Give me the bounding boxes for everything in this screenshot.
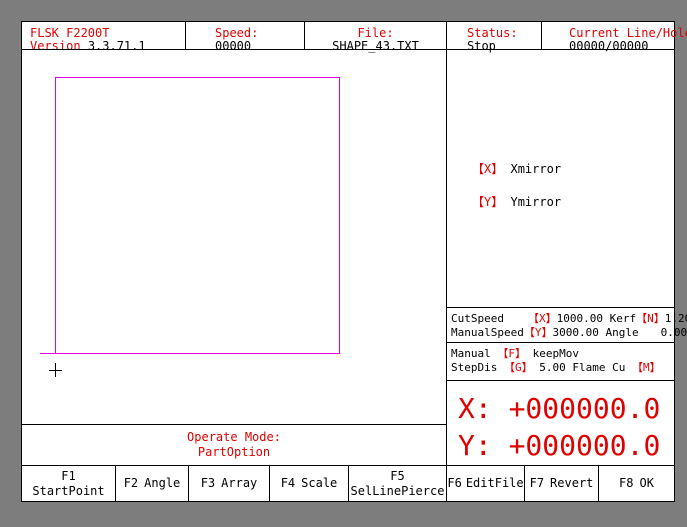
cutspeed-row: CutSpeed 【X】1000.00 Kerf【N】1.20 (451, 312, 687, 325)
kerf-label: Kerf (609, 312, 637, 325)
menu-key-x: 【X】 (472, 162, 504, 176)
menu-label-xmirror: Xmirror (510, 162, 562, 176)
f3-label: Array (221, 476, 258, 490)
flame-label: Flame Cu (572, 361, 626, 374)
cutspeed-label: CutSpeed (451, 312, 504, 325)
current-line-value: 00000/00000 (569, 39, 649, 53)
stepdis-key: 【G】 (503, 361, 533, 374)
menu-item-xmirror[interactable]: 【X】 Xmirror (472, 162, 561, 176)
manual-label: Manual (451, 347, 491, 360)
current-line-label: Current Line/Hole: (569, 26, 687, 40)
f5-sellinepierce-button[interactable]: F5 SelLinePierce (349, 466, 446, 501)
function-key-bar: F1 StartPoint F2 Angle F3 Array F4 Scale F5… (22, 466, 674, 501)
params-top-border (446, 307, 674, 308)
f2-angle-button[interactable]: F2 Angle (116, 466, 188, 501)
f8-key: F8 (619, 476, 634, 490)
f8-ok-button[interactable]: F8 OK (599, 466, 674, 501)
f7-label: Revert (550, 476, 594, 490)
speed-label: Speed: (215, 26, 259, 40)
f4-scale-button[interactable]: F4 Scale (270, 466, 348, 501)
manualspeed-key: 【Y】 (523, 326, 553, 339)
angle-value: 0.00 (660, 326, 687, 339)
manualspeed-row: ManualSpeed【Y】3000.00 Angle 0.00 (451, 326, 687, 339)
header-divider (446, 22, 447, 49)
operate-mode-value: PartOption (197, 445, 271, 459)
cutspeed-key: 【X】 (527, 312, 557, 325)
menu-key-y: 【Y】 (472, 195, 504, 209)
header-divider (185, 22, 186, 49)
stepdis-value: 5.00 (539, 361, 566, 374)
flame-key: 【M】 (631, 361, 661, 374)
product-name: FLSK F2200T (30, 26, 110, 40)
drawing-canvas[interactable] (22, 50, 446, 424)
stepdis-row: StepDis 【G】 5.00 Flame Cu 【M】 (451, 361, 661, 374)
manual-value: keepMov (532, 347, 579, 360)
x-coordinate: X: +000000.0 (458, 394, 660, 424)
manualspeed-value: 3000.00 (552, 326, 599, 339)
y-coord-label: Y: (458, 429, 492, 462)
f1-startpoint-button[interactable]: F1 StartPoint (22, 466, 115, 501)
f1-key: F1 (61, 468, 76, 483)
f7-key: F7 (529, 476, 545, 490)
coords-top-border (446, 380, 674, 381)
manual-row: Manual 【F】 keepMov (451, 347, 579, 360)
f7-revert-button[interactable]: F7 Revert (525, 466, 598, 501)
canvas-bottom-border (22, 424, 446, 425)
x-coord-value: +000000.0 (508, 392, 661, 425)
header-divider (541, 22, 542, 49)
f5-label: SelLinePierce (350, 483, 445, 498)
f6-key: F6 (447, 476, 462, 490)
f2-label: Angle (144, 476, 181, 490)
f1-label: StartPoint (32, 483, 105, 498)
manual-key: 【F】 (497, 347, 526, 360)
f4-key: F4 (280, 476, 296, 490)
mode-top-border (446, 342, 674, 343)
part-shape-outline (55, 77, 340, 354)
f3-key: F3 (200, 476, 216, 490)
f4-label: Scale (301, 476, 338, 490)
cutspeed-value: 1000.00 (556, 312, 603, 325)
f2-key: F2 (123, 476, 139, 490)
angle-label: Angle (605, 326, 639, 339)
f5-key: F5 (390, 468, 405, 483)
operate-mode-label: Operate Mode: (187, 430, 281, 444)
status-value: Stop (467, 39, 496, 53)
panel-divider (446, 49, 447, 465)
kerf-key: 【N】 (636, 312, 665, 325)
y-coord-value: +000000.0 (508, 429, 661, 462)
manualspeed-label: ManualSpeed (451, 326, 524, 339)
status-label: Status: (467, 26, 518, 40)
f6-label: EditFile (465, 476, 524, 490)
file-label: File: (357, 26, 394, 40)
menu-item-ymirror[interactable]: 【Y】 Ymirror (472, 195, 561, 209)
menu-label-ymirror: Ymirror (510, 195, 562, 209)
f3-array-button[interactable]: F3 Array (189, 466, 269, 501)
y-coordinate: Y: +000000.0 (458, 431, 660, 461)
x-coord-label: X: (458, 392, 492, 425)
f8-label: OK (639, 476, 654, 490)
main-window: FLSK F2200T Version 3.3.71.1 Speed: 0000… (21, 21, 687, 502)
f6-editfile-button[interactable]: F6 EditFile (447, 466, 524, 501)
stepdis-label: StepDis (451, 361, 498, 374)
kerf-value: 1.20 (664, 312, 687, 325)
